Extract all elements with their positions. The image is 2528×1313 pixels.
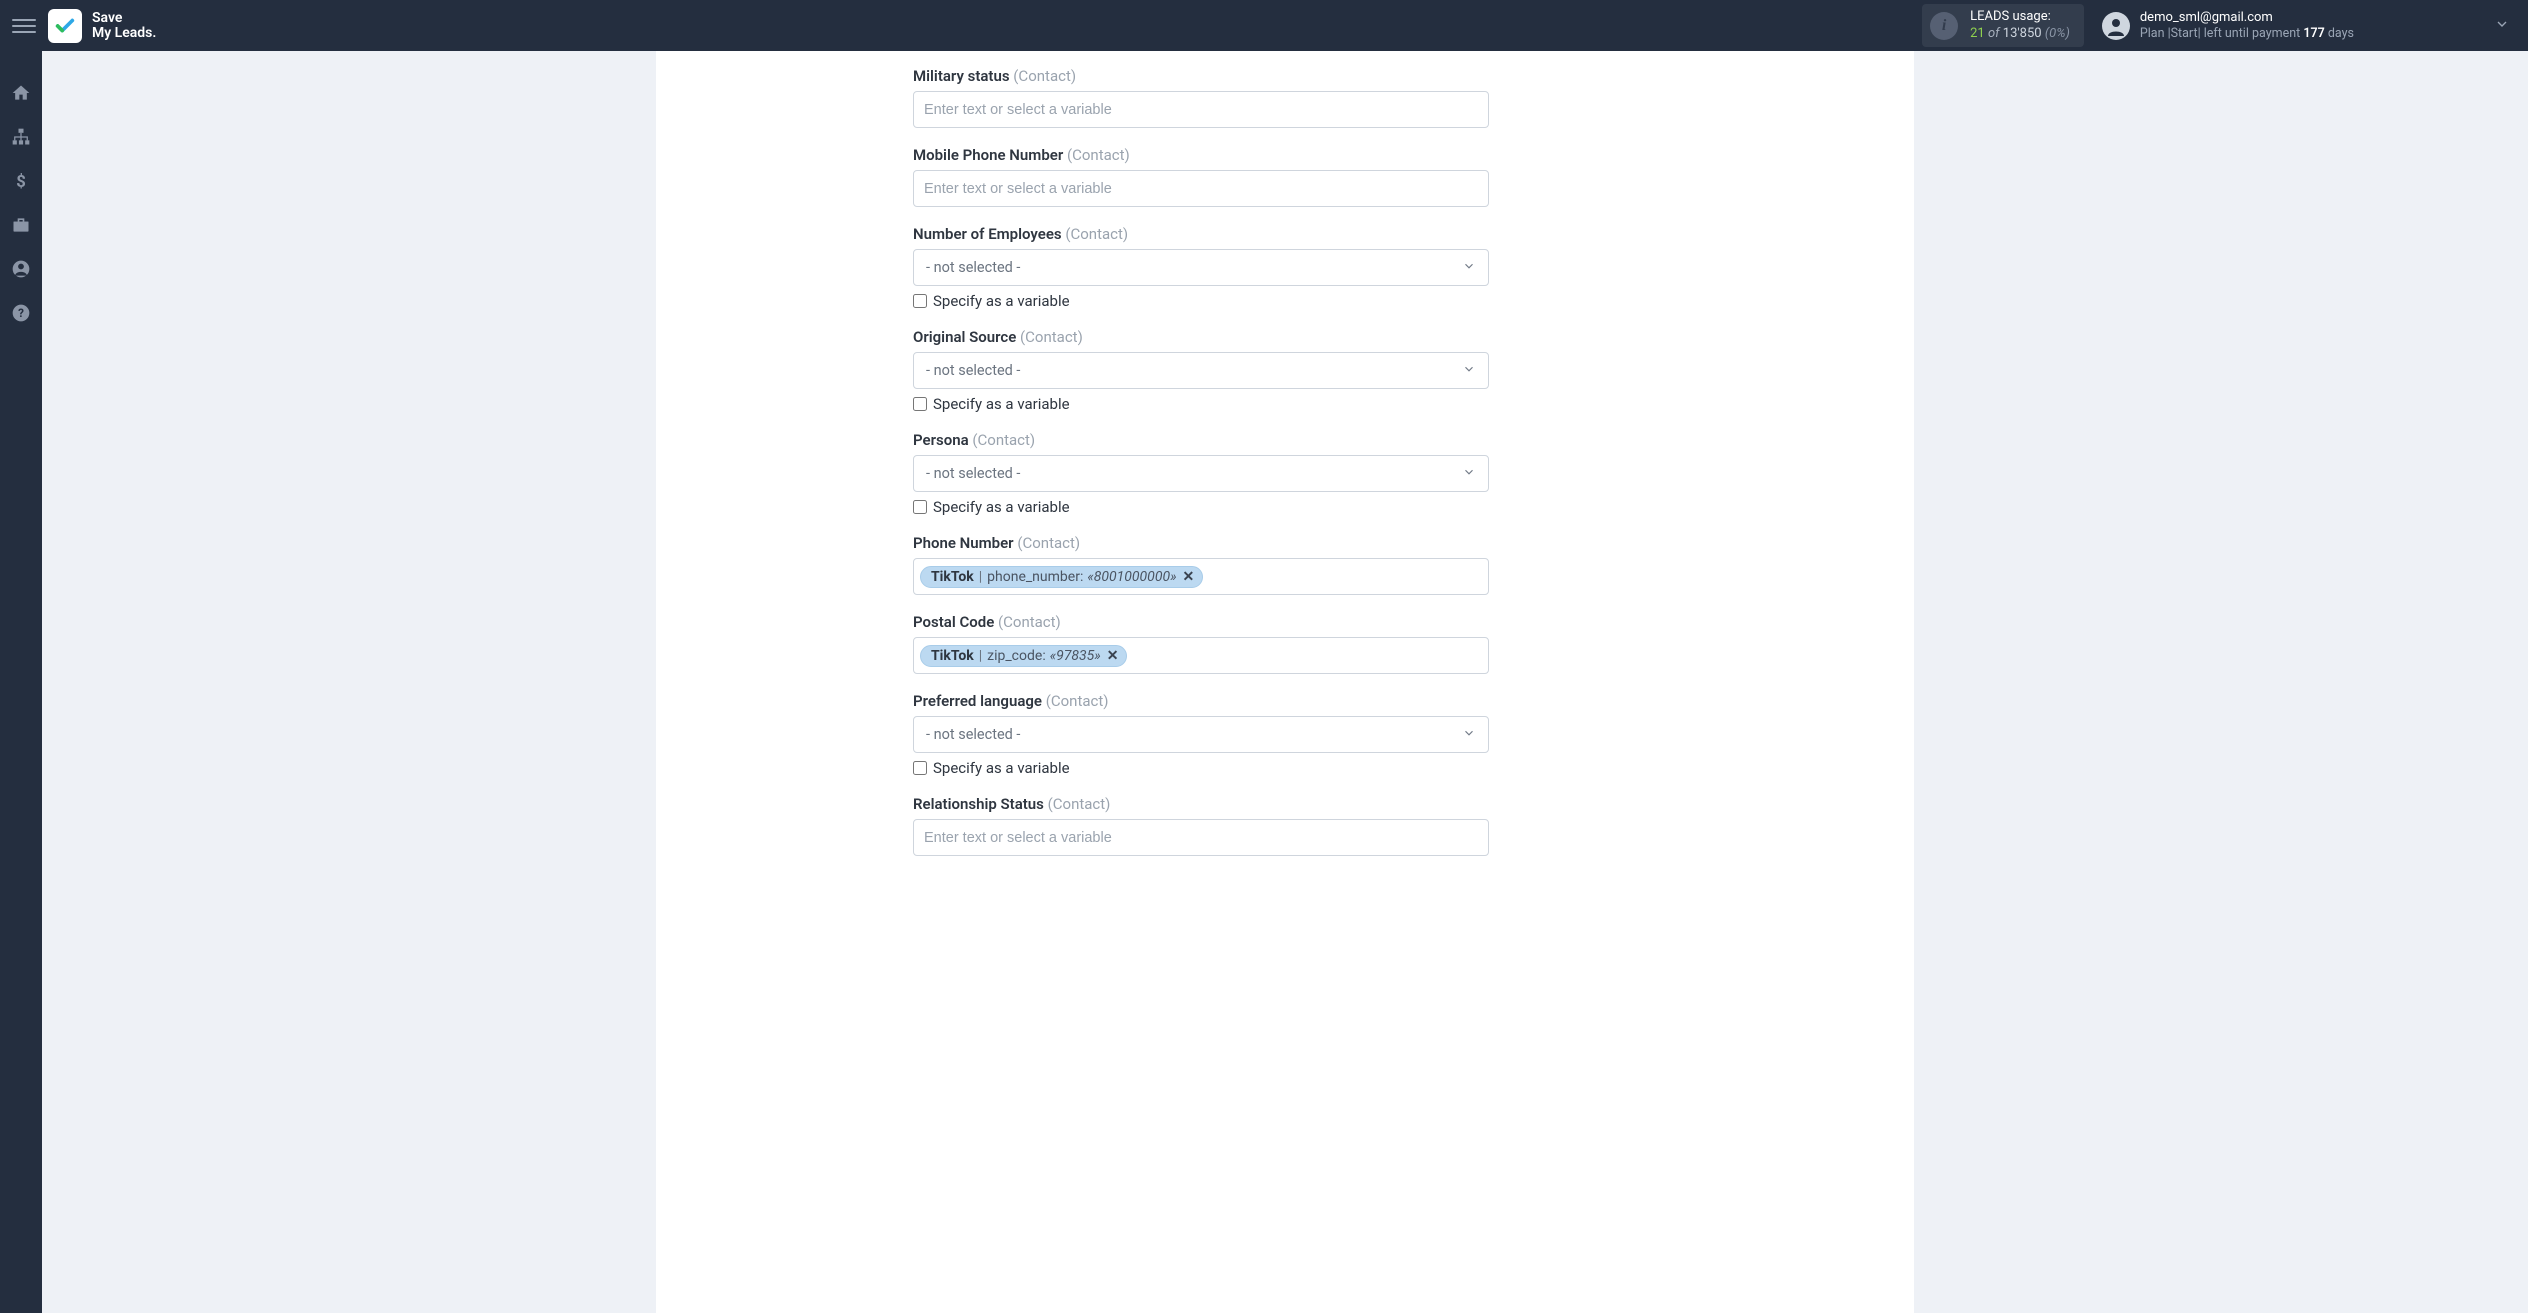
specify-variable-row[interactable]: Specify as a variable: [913, 395, 1489, 413]
phone-number-input[interactable]: TikTok | phone_number: «8001000000» ✕: [913, 558, 1489, 595]
field-hint: (Contact): [972, 431, 1035, 449]
usage-counts: 21 of 13'850 (0%): [1970, 26, 2070, 42]
plan-info: Plan |Start| left until payment 177 days: [2140, 26, 2354, 42]
field-label: Phone Number: [913, 534, 1014, 552]
field-label: Postal Code: [913, 613, 994, 631]
svg-text:?: ?: [18, 306, 24, 320]
mapping-form: Military status (Contact) Mobile Phone N…: [913, 67, 1489, 856]
form-panel: Military status (Contact) Mobile Phone N…: [656, 51, 1914, 1313]
remove-token-icon[interactable]: ✕: [1183, 569, 1195, 585]
specify-variable-checkbox[interactable]: [913, 294, 927, 308]
svg-text:$: $: [16, 173, 26, 191]
field-hint: (Contact): [1048, 795, 1111, 813]
field-relationship-status: Relationship Status (Contact): [913, 795, 1489, 856]
specify-variable-label: Specify as a variable: [933, 292, 1070, 310]
postal-code-input[interactable]: TikTok | zip_code: «97835» ✕: [913, 637, 1489, 674]
field-hint: (Contact): [1017, 534, 1080, 552]
user-icon[interactable]: [9, 257, 33, 281]
chevron-down-icon: [1462, 259, 1476, 277]
preferred-language-select[interactable]: - not selected -: [913, 716, 1489, 753]
specify-variable-row[interactable]: Specify as a variable: [913, 498, 1489, 516]
token-key: phone_number:: [987, 569, 1083, 585]
specify-variable-checkbox[interactable]: [913, 397, 927, 411]
token-source: TikTok: [931, 569, 974, 585]
field-label: Original Source: [913, 328, 1016, 346]
help-icon[interactable]: ?: [9, 301, 33, 325]
field-hint: (Contact): [998, 613, 1061, 631]
field-original-source: Original Source (Contact) - not selected…: [913, 328, 1489, 413]
field-hint: (Contact): [1020, 328, 1083, 346]
page-content: Military status (Contact) Mobile Phone N…: [42, 51, 2528, 1313]
persona-select[interactable]: - not selected -: [913, 455, 1489, 492]
specify-variable-label: Specify as a variable: [933, 498, 1070, 516]
field-preferred-language: Preferred language (Contact) - not selec…: [913, 692, 1489, 777]
select-value: - not selected -: [926, 726, 1020, 743]
token-value: «97835»: [1050, 648, 1101, 664]
field-label: Military status: [913, 67, 1010, 85]
usage-label: LEADS usage:: [1970, 9, 2070, 25]
military-status-input[interactable]: [913, 91, 1489, 128]
menu-toggle-icon[interactable]: [12, 14, 36, 38]
specify-variable-row[interactable]: Specify as a variable: [913, 759, 1489, 777]
app-logo[interactable]: [48, 9, 82, 43]
relationship-status-input[interactable]: [913, 819, 1489, 856]
field-label: Mobile Phone Number: [913, 146, 1063, 164]
token-value: «8001000000»: [1087, 569, 1176, 585]
avatar-icon: [2102, 12, 2130, 40]
usage-widget[interactable]: i LEADS usage: 21 of 13'850 (0%): [1922, 4, 2084, 47]
token-source: TikTok: [931, 648, 974, 664]
select-value: - not selected -: [926, 259, 1020, 276]
sitemap-icon[interactable]: [9, 125, 33, 149]
specify-variable-label: Specify as a variable: [933, 395, 1070, 413]
briefcase-icon[interactable]: [9, 213, 33, 237]
info-icon: i: [1930, 12, 1958, 40]
select-value: - not selected -: [926, 362, 1020, 379]
original-source-select[interactable]: - not selected -: [913, 352, 1489, 389]
variable-token[interactable]: TikTok | zip_code: «97835» ✕: [920, 645, 1127, 667]
chevron-down-icon[interactable]: [2494, 16, 2510, 36]
chevron-down-icon: [1462, 726, 1476, 744]
field-persona: Persona (Contact) - not selected - Speci…: [913, 431, 1489, 516]
specify-variable-checkbox[interactable]: [913, 761, 927, 775]
field-military-status: Military status (Contact): [913, 67, 1489, 128]
sidebar: $ ?: [0, 51, 42, 1313]
field-postal-code: Postal Code (Contact) TikTok | zip_code:…: [913, 613, 1489, 674]
num-employees-select[interactable]: - not selected -: [913, 249, 1489, 286]
field-hint: (Contact): [1013, 67, 1076, 85]
field-label: Number of Employees: [913, 225, 1062, 243]
specify-variable-row[interactable]: Specify as a variable: [913, 292, 1489, 310]
user-email: demo_sml@gmail.com: [2140, 10, 2354, 26]
user-menu[interactable]: demo_sml@gmail.com Plan |Start| left unt…: [2102, 10, 2354, 42]
specify-variable-checkbox[interactable]: [913, 500, 927, 514]
field-num-employees: Number of Employees (Contact) - not sele…: [913, 225, 1489, 310]
variable-token[interactable]: TikTok | phone_number: «8001000000» ✕: [920, 566, 1203, 588]
field-label: Preferred language: [913, 692, 1042, 710]
chevron-down-icon: [1462, 362, 1476, 380]
home-icon[interactable]: [9, 81, 33, 105]
dollar-icon[interactable]: $: [9, 169, 33, 193]
field-label: Persona: [913, 431, 969, 449]
specify-variable-label: Specify as a variable: [933, 759, 1070, 777]
remove-token-icon[interactable]: ✕: [1107, 648, 1119, 664]
app-header: Save My Leads. i LEADS usage: 21 of 13'8…: [0, 0, 2528, 51]
chevron-down-icon: [1462, 465, 1476, 483]
field-mobile-phone: Mobile Phone Number (Contact): [913, 146, 1489, 207]
select-value: - not selected -: [926, 465, 1020, 482]
field-label: Relationship Status: [913, 795, 1044, 813]
brand-name: Save My Leads.: [92, 11, 156, 40]
field-phone-number: Phone Number (Contact) TikTok | phone_nu…: [913, 534, 1489, 595]
checkmark-icon: [54, 15, 76, 37]
field-hint: (Contact): [1067, 146, 1130, 164]
token-key: zip_code:: [987, 648, 1046, 664]
field-hint: (Contact): [1065, 225, 1128, 243]
mobile-phone-input[interactable]: [913, 170, 1489, 207]
field-hint: (Contact): [1046, 692, 1109, 710]
